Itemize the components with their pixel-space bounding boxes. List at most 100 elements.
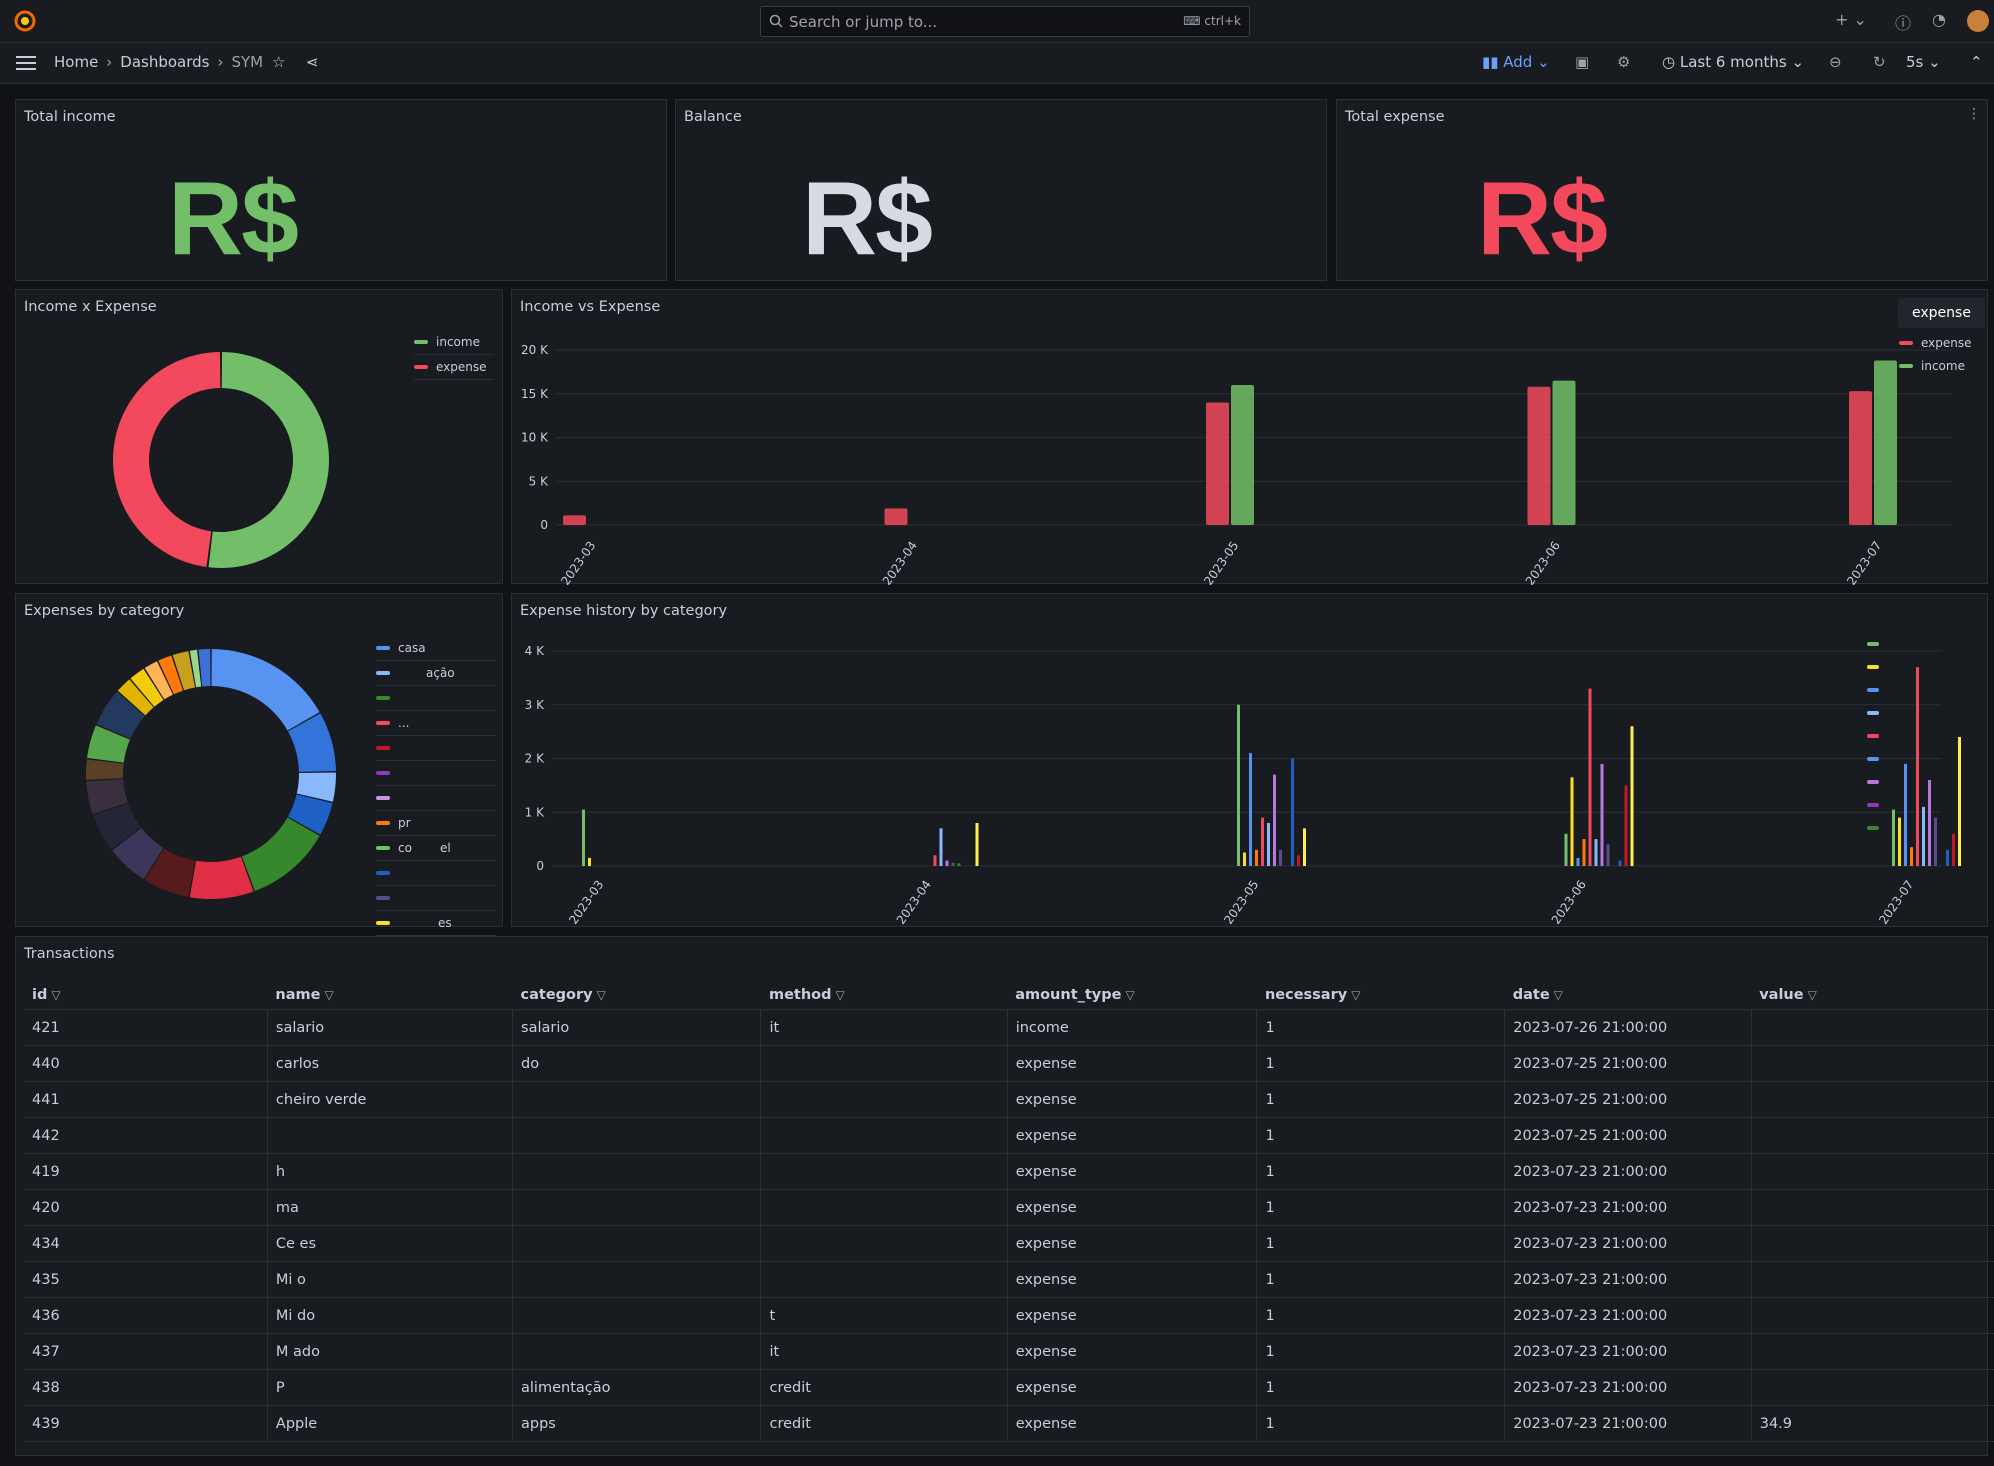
legend-swatch[interactable] bbox=[1867, 757, 1879, 761]
table-row[interactable]: 435 Mi o expense 1 2023-07-23 21:00:00 bbox=[24, 1261, 1994, 1298]
panel-balance[interactable]: Balance R$ bbox=[675, 99, 1327, 281]
legend-swatch[interactable] bbox=[1867, 665, 1879, 669]
filter-icon[interactable]: ▽ bbox=[1351, 988, 1360, 1002]
bar-expense[interactable] bbox=[884, 508, 908, 525]
panel-menu-icon[interactable]: ⋮ bbox=[1967, 106, 1981, 122]
history-bar[interactable] bbox=[1958, 737, 1961, 866]
history-bar[interactable] bbox=[975, 823, 979, 866]
legend-swatch[interactable] bbox=[1867, 711, 1879, 715]
legend-swatch[interactable] bbox=[1867, 688, 1879, 692]
table-row[interactable]: 438 Palimentação credit expense 1 2023-07-23 … bbox=[24, 1369, 1994, 1406]
legend-item[interactable] bbox=[376, 786, 496, 811]
filter-icon[interactable]: ▽ bbox=[324, 988, 333, 1002]
bar-income[interactable] bbox=[1552, 380, 1576, 525]
refresh-interval-picker[interactable]: 5s ⌄ bbox=[1906, 53, 1941, 71]
panel-total-income[interactable]: Total income R$ bbox=[15, 99, 667, 281]
filter-icon[interactable]: ▽ bbox=[1554, 988, 1563, 1002]
history-bar[interactable] bbox=[1261, 817, 1264, 866]
save-icon[interactable]: ▣ bbox=[1575, 53, 1589, 71]
history-bar[interactable] bbox=[1594, 839, 1598, 866]
legend-swatch[interactable] bbox=[1867, 826, 1879, 830]
column-header-date[interactable]: date ▽ bbox=[1504, 981, 1752, 1010]
history-bar[interactable] bbox=[1588, 688, 1592, 866]
collapse-chevron-icon[interactable]: ⌃ bbox=[1970, 53, 1983, 71]
category-slice[interactable] bbox=[241, 817, 320, 892]
history-bar[interactable] bbox=[1952, 833, 1955, 866]
table-row[interactable]: 437 M ado it expense 1 2023-07-23 21:00:00 bbox=[24, 1333, 1994, 1370]
history-bar[interactable] bbox=[1297, 855, 1300, 866]
bar-expense[interactable] bbox=[563, 515, 586, 525]
bar-expense[interactable] bbox=[1849, 391, 1872, 525]
filter-icon[interactable]: ▽ bbox=[1808, 988, 1817, 1002]
column-header-amount_type[interactable]: amount_type ▽ bbox=[1007, 981, 1257, 1010]
history-bar[interactable] bbox=[957, 863, 961, 866]
breadcrumb-home[interactable]: Home bbox=[54, 53, 98, 71]
legend-item[interactable]: pr bbox=[376, 811, 496, 836]
history-bar[interactable] bbox=[1618, 860, 1622, 866]
history-bar[interactable] bbox=[1898, 817, 1901, 866]
legend-item[interactable] bbox=[376, 686, 496, 711]
legend-item[interactable] bbox=[376, 736, 496, 761]
donut-slice-expense[interactable] bbox=[112, 352, 221, 568]
legend-item[interactable]: ação bbox=[376, 661, 496, 686]
legend-swatch[interactable] bbox=[1867, 642, 1879, 646]
legend-item[interactable]: es bbox=[376, 911, 496, 936]
history-bar[interactable] bbox=[1892, 809, 1895, 866]
history-bar[interactable] bbox=[1600, 763, 1604, 866]
grafana-logo-icon[interactable] bbox=[14, 10, 36, 32]
table-row[interactable]: 440 carlos do expense 1 2023-07-25 21:00:00 bbox=[24, 1045, 1994, 1082]
history-bar[interactable] bbox=[933, 855, 937, 866]
panel-expenses-by-category[interactable]: Expenses by category casa ação ... pr co… bbox=[15, 593, 503, 936]
history-bar[interactable] bbox=[1291, 758, 1294, 867]
column-header-method[interactable]: method ▽ bbox=[760, 981, 1008, 1010]
refresh-icon[interactable]: ↻ bbox=[1873, 53, 1886, 71]
legend-item[interactable]: ... bbox=[376, 711, 496, 736]
legend-item[interactable]: co el bbox=[376, 836, 496, 861]
panel-income-x-expense[interactable]: Income x Expense income expense bbox=[15, 289, 503, 584]
history-bar[interactable] bbox=[1576, 857, 1580, 866]
filter-icon[interactable]: ▽ bbox=[597, 988, 606, 1002]
legend-item[interactable] bbox=[376, 886, 496, 911]
settings-gear-icon[interactable]: ⚙ bbox=[1617, 53, 1630, 71]
history-bar[interactable] bbox=[1303, 828, 1306, 866]
star-icon[interactable]: ☆ bbox=[272, 53, 285, 71]
history-bar[interactable] bbox=[1267, 823, 1270, 866]
bar-income[interactable] bbox=[1874, 360, 1897, 526]
legend-item-expense[interactable]: expense bbox=[1899, 331, 1972, 354]
history-bar[interactable] bbox=[1255, 849, 1258, 866]
column-header-name[interactable]: name ▽ bbox=[267, 981, 513, 1010]
category-slice[interactable] bbox=[189, 856, 254, 899]
legend-swatch[interactable] bbox=[1867, 780, 1879, 784]
breadcrumb-dashboards[interactable]: Dashboards bbox=[120, 53, 209, 71]
legend-item-casa[interactable]: casa bbox=[376, 636, 496, 661]
table-row[interactable]: 436 Mi do t expense 1 2023-07-23 21:00:00 bbox=[24, 1297, 1994, 1334]
legend-item[interactable] bbox=[376, 761, 496, 786]
category-slice[interactable] bbox=[86, 759, 124, 780]
history-bar[interactable] bbox=[1904, 763, 1907, 866]
panel-income-vs-expense[interactable]: Income vs Expense 05 K 10 K 15 K 20 K 2023-0… bbox=[511, 289, 1988, 585]
column-header-category[interactable]: category ▽ bbox=[512, 981, 761, 1010]
history-bar[interactable] bbox=[1570, 777, 1574, 866]
history-bar[interactable] bbox=[945, 860, 949, 866]
history-bar[interactable] bbox=[1606, 844, 1610, 867]
filter-icon[interactable]: ▽ bbox=[836, 988, 845, 1002]
table-row[interactable]: 419 h expense 1 2023-07-23 21:00:00 bbox=[24, 1153, 1994, 1190]
legend-item-income[interactable]: income bbox=[1899, 354, 1972, 377]
history-bar[interactable] bbox=[588, 857, 591, 866]
add-button[interactable]: ▮▮ Add ⌄ bbox=[1482, 53, 1550, 71]
legend-swatch[interactable] bbox=[1867, 803, 1879, 807]
share-icon[interactable]: ⋖ bbox=[306, 53, 319, 71]
history-bar[interactable] bbox=[1624, 785, 1628, 866]
search-input[interactable]: Search or jump to... ⌨ ctrl+k bbox=[760, 6, 1250, 37]
history-bar[interactable] bbox=[951, 862, 955, 866]
history-bar[interactable] bbox=[582, 809, 585, 866]
history-bar[interactable] bbox=[1249, 753, 1252, 866]
history-bar[interactable] bbox=[1273, 774, 1276, 866]
column-header-necessary[interactable]: necessary ▽ bbox=[1256, 981, 1505, 1010]
table-row[interactable]: 439 Apple apps credit expense 1 2023-07-23 21:… bbox=[24, 1405, 1994, 1442]
history-bar[interactable] bbox=[1243, 852, 1246, 866]
table-row[interactable]: 421 salario salario it income 1 2023-07-26 21:… bbox=[24, 1009, 1994, 1046]
legend-item-income[interactable]: income bbox=[414, 330, 494, 355]
history-bar[interactable] bbox=[1237, 704, 1240, 866]
table-row[interactable]: 420 ma expense 1 2023-07-23 21:00:00 bbox=[24, 1189, 1994, 1226]
